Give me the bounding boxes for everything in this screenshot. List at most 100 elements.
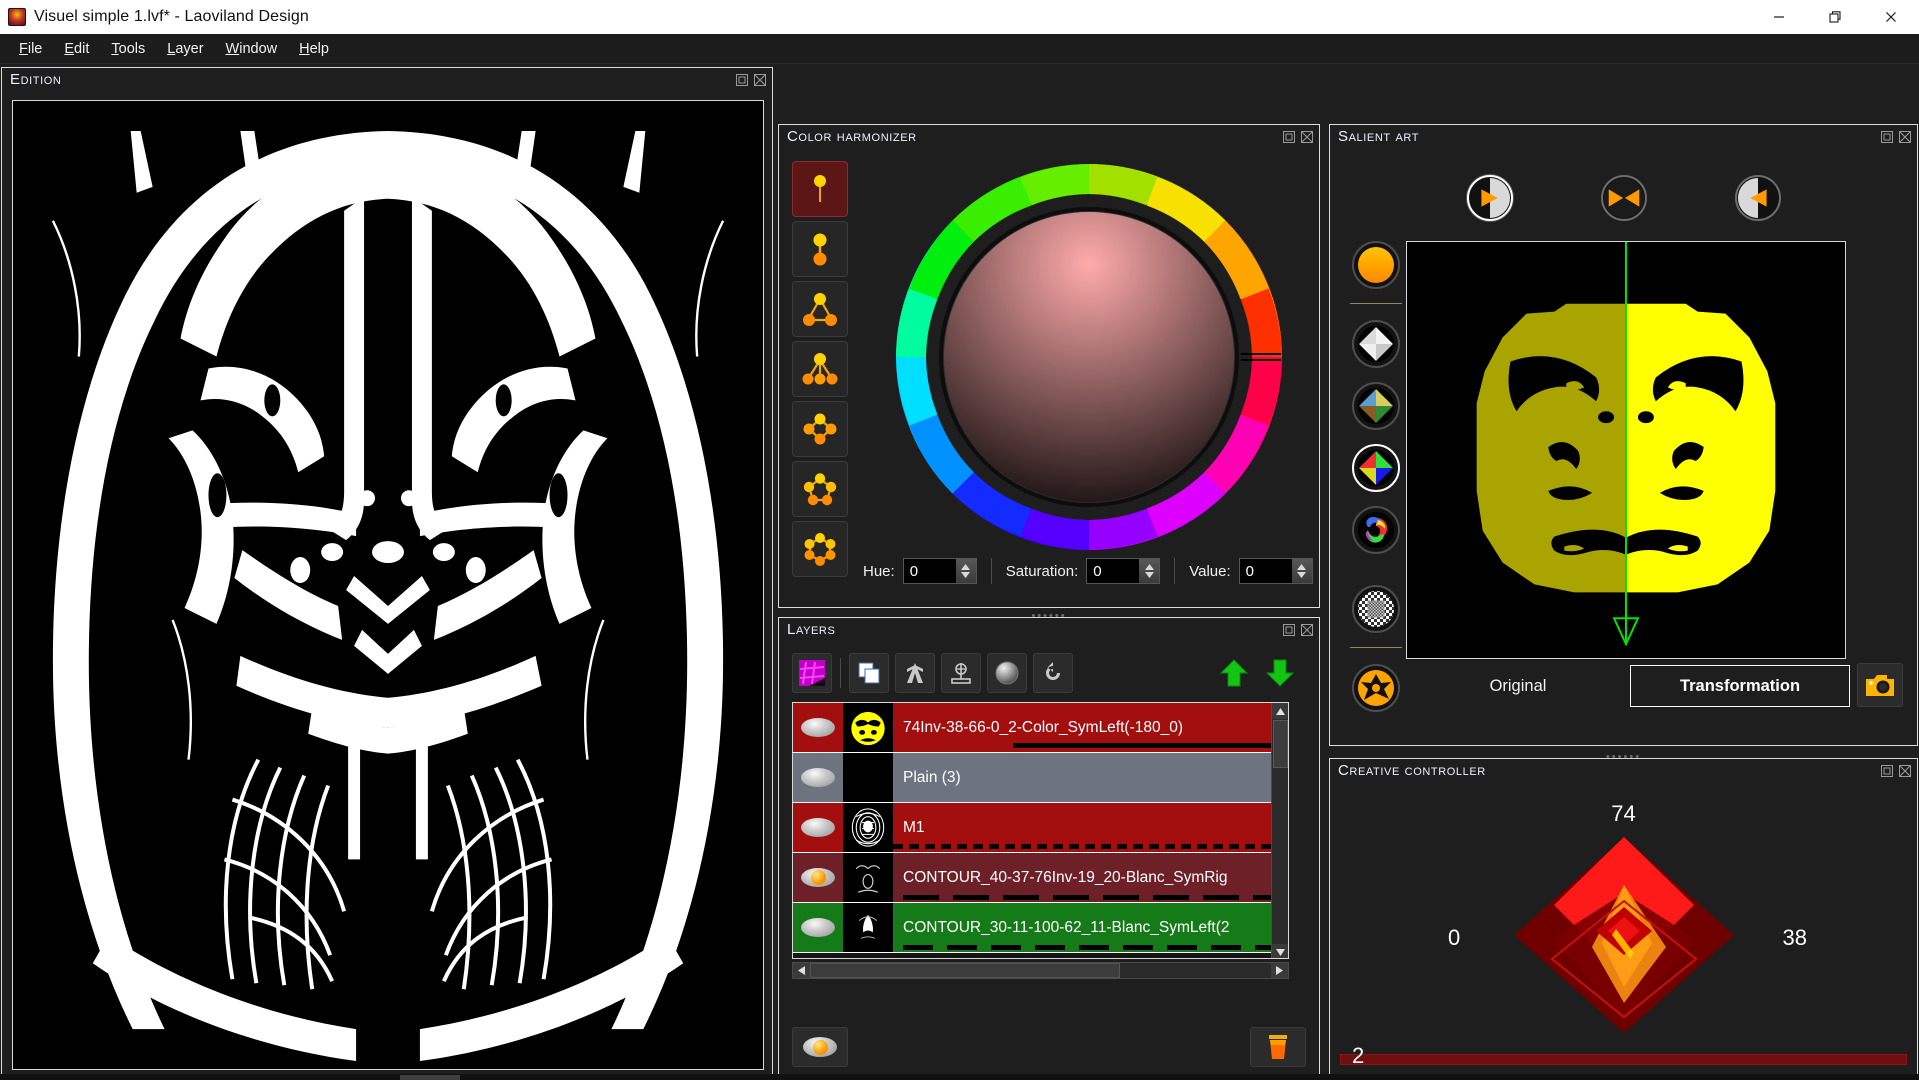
move-layer-up-button[interactable] — [1214, 653, 1254, 693]
creative-radar-chart[interactable] — [1484, 827, 1764, 1047]
float-panel-icon[interactable] — [1880, 130, 1894, 144]
float-panel-icon[interactable] — [735, 73, 749, 87]
edition-panel-title: Edition — [10, 71, 62, 88]
float-panel-icon[interactable] — [1282, 623, 1296, 637]
move-layer-down-button[interactable] — [1260, 653, 1300, 693]
float-panel-icon[interactable] — [1282, 130, 1296, 144]
harmony-mode-triad-harmony[interactable] — [792, 281, 848, 337]
layer-list[interactable]: 74Inv-38-66-0_2-Color_SymLeft(-180_0) Pl… — [792, 702, 1289, 959]
layer-name: Plain (3) — [893, 753, 1288, 802]
value-input[interactable] — [1239, 559, 1292, 583]
layer-visibility-toggle[interactable] — [793, 803, 843, 852]
harmony-mode-complementary-harmony[interactable] — [792, 221, 848, 277]
merge-layers-button[interactable] — [895, 653, 935, 693]
layer-thumbnail[interactable] — [843, 853, 893, 902]
menu-bar: File Edit Tools Layer Window Help — [0, 34, 1919, 64]
harmony-mode-split-complementary-harmony[interactable] — [792, 341, 848, 397]
salient-preview[interactable] — [1406, 241, 1846, 659]
symmetry-right-button[interactable] — [1734, 175, 1781, 221]
vertical-scroll-thumb[interactable] — [1273, 720, 1288, 768]
delete-layer-button[interactable] — [1250, 1027, 1306, 1067]
layer-name-text: 74Inv-38-66-0_2-Color_SymLeft(-180_0) — [903, 718, 1184, 736]
harmony-mode-single-point-harmony[interactable] — [792, 161, 848, 217]
layers-horizontal-scrollbar[interactable] — [792, 962, 1289, 979]
menu-edit[interactable]: Edit — [53, 37, 100, 61]
close-panel-icon[interactable] — [753, 73, 767, 87]
symmetry-left-button[interactable] — [1466, 175, 1513, 221]
edition-canvas[interactable] — [12, 100, 764, 1070]
opacity-button[interactable] — [987, 653, 1027, 693]
value-spinner[interactable] — [1238, 558, 1313, 584]
restore-icon[interactable] — [1807, 0, 1863, 34]
layer-visibility-toggle[interactable] — [793, 853, 843, 902]
creative-panel-header: Creative controller — [1330, 759, 1917, 787]
layer-thumbnail[interactable] — [843, 903, 893, 952]
scroll-right-arrow-icon[interactable] — [1271, 963, 1288, 978]
menu-window[interactable]: Window — [215, 37, 289, 61]
hue-spinner[interactable] — [902, 558, 977, 584]
close-panel-icon[interactable] — [1898, 130, 1912, 144]
salient-art-panel: Salient art Original Transformation — [1329, 124, 1918, 746]
vivid-palette-tool[interactable] — [1352, 444, 1400, 492]
close-panel-icon[interactable] — [1898, 764, 1912, 778]
table-row[interactable]: CONTOUR_30-11-100-62_11-Blanc_SymLeft(2 — [793, 903, 1288, 953]
taskbar-item[interactable] — [400, 1075, 460, 1080]
shuffle-tool[interactable] — [1352, 664, 1400, 712]
table-row[interactable]: M1 — [793, 803, 1288, 853]
menu-file[interactable]: File — [8, 37, 53, 61]
menu-help[interactable]: Help — [288, 37, 340, 61]
saturation-stepper-arrows[interactable] — [1139, 559, 1160, 583]
layer-visibility-toggle[interactable] — [793, 703, 843, 752]
saturation-input[interactable] — [1087, 559, 1140, 583]
menu-layer[interactable]: Layer — [156, 37, 214, 61]
table-row[interactable]: 74Inv-38-66-0_2-Color_SymLeft(-180_0) — [793, 703, 1288, 753]
anchor-layer-button[interactable] — [941, 653, 981, 693]
scroll-up-arrow-icon[interactable] — [1272, 703, 1288, 719]
layers-vertical-scrollbar[interactable] — [1271, 703, 1288, 958]
table-row[interactable]: CONTOUR_40-37-76Inv-19_20-Blanc_SymRig — [793, 853, 1288, 903]
table-row[interactable]: Plain (3) — [793, 753, 1288, 803]
harmony-mode-pentad-harmony[interactable] — [792, 461, 848, 517]
duplicate-layer-button[interactable] — [849, 653, 889, 693]
control-divider — [990, 558, 992, 584]
layer-thumbnail[interactable] — [843, 803, 893, 852]
color-wheel[interactable] — [889, 157, 1289, 557]
layer-visibility-toggle[interactable] — [793, 903, 843, 952]
scroll-left-arrow-icon[interactable] — [793, 963, 810, 978]
snapshot-button[interactable] — [1857, 663, 1903, 707]
toggle-all-visibility-button[interactable] — [792, 1027, 848, 1067]
tab-original[interactable]: Original — [1406, 665, 1630, 707]
greyscale-tool[interactable] — [1352, 320, 1400, 368]
harmony-mode-tetrad-harmony[interactable] — [792, 401, 848, 457]
creative-slider[interactable] — [1340, 1054, 1907, 1065]
salient-panel-header: Salient art — [1330, 125, 1917, 153]
layer-thumbnail[interactable] — [843, 703, 893, 752]
solid-color-tool[interactable] — [1352, 241, 1400, 289]
float-panel-icon[interactable] — [1880, 764, 1894, 778]
harmony-mode-hexad-harmony[interactable] — [792, 521, 848, 577]
scroll-down-arrow-icon[interactable] — [1272, 944, 1288, 958]
rainbow-palette-tool[interactable] — [1352, 506, 1400, 554]
value-stepper-arrows[interactable] — [1291, 559, 1312, 583]
horizontal-scroll-thumb[interactable] — [810, 963, 1120, 978]
transparency-tool[interactable] — [1352, 585, 1400, 633]
tab-transformation[interactable]: Transformation — [1630, 665, 1850, 707]
grey-eye-icon — [801, 718, 835, 737]
menu-tools[interactable]: Tools — [100, 37, 156, 61]
hue-input[interactable] — [903, 559, 956, 583]
saturation-spinner[interactable] — [1086, 558, 1161, 584]
salient-tabs: Original Transformation — [1406, 665, 1906, 707]
minimize-icon[interactable] — [1751, 0, 1807, 34]
close-icon[interactable] — [1863, 0, 1919, 34]
close-panel-icon[interactable] — [1300, 130, 1314, 144]
layer-name-text: CONTOUR_30-11-100-62_11-Blanc_SymLeft(2 — [903, 918, 1230, 936]
reset-layer-button[interactable] — [1033, 653, 1073, 693]
hue-control: Hue: — [863, 558, 977, 584]
pattern-tool-button[interactable] — [792, 653, 832, 693]
close-panel-icon[interactable] — [1300, 623, 1314, 637]
hue-stepper-arrows[interactable] — [955, 559, 976, 583]
layer-thumbnail[interactable] — [843, 753, 893, 802]
symmetry-mirror-button[interactable] — [1600, 175, 1647, 221]
muted-palette-tool[interactable] — [1352, 382, 1400, 430]
layer-visibility-toggle[interactable] — [793, 753, 843, 802]
